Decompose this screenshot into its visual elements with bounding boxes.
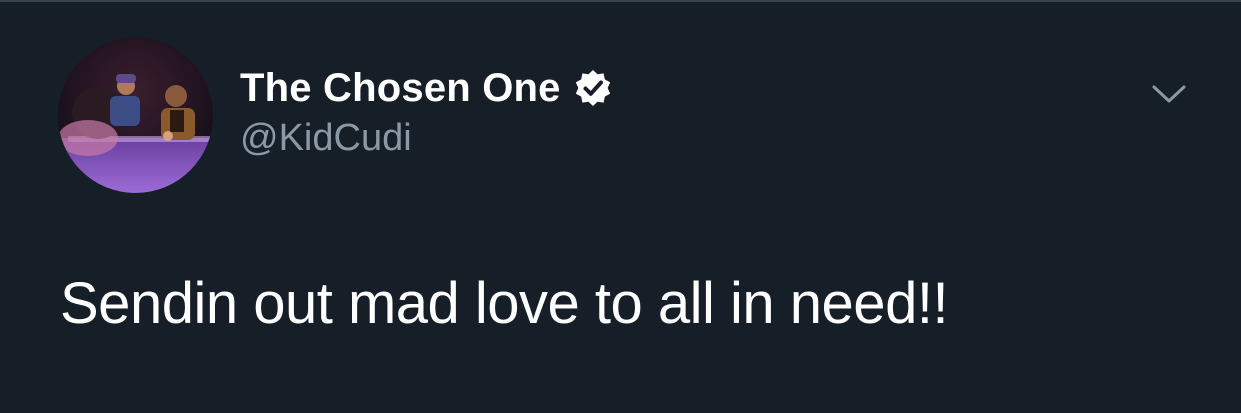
tweet-card: The Chosen One @KidCudi Sendin out mad l… [0,0,1241,413]
chevron-down-icon[interactable] [1149,78,1189,108]
user-handle[interactable]: @KidCudi [240,117,412,160]
display-name[interactable]: The Chosen One [240,66,561,111]
top-divider [0,0,1241,2]
avatar[interactable] [58,38,213,193]
author-row: The Chosen One [240,64,613,112]
verified-badge-icon [573,68,613,108]
avatar-photo [58,38,213,193]
tweet-text: Sendin out mad love to all in need!! [60,271,949,336]
